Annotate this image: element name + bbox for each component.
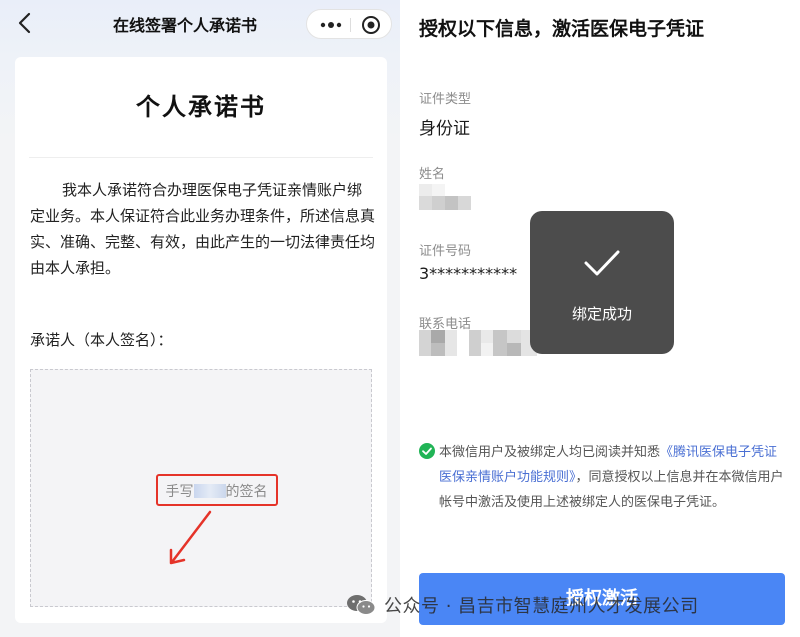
commitment-text: 我本人承诺符合办理医保电子凭证亲情账户绑定业务。本人保证符合此业务办理条件，所述… — [30, 181, 376, 277]
signature-hint-highlight: 手写 的签名 — [156, 474, 278, 506]
id-type-value: 身份证 — [419, 119, 470, 139]
watermark: 公众号 · 昌吉市智慧庭州人才发展公司 — [346, 586, 786, 622]
left-phone-screen: 在线签署个人承诺书 个人承诺书 我本人承诺符合办理医保电子凭证亲情账户绑定业务。… — [0, 0, 400, 637]
authorization-title: 授权以下信息，激活医保电子凭证 — [419, 18, 705, 40]
signature-pad[interactable]: 手写 的签名 — [30, 369, 372, 607]
capsule-divider — [350, 18, 351, 32]
page-title: 在线签署个人承诺书 — [112, 16, 257, 35]
mini-program-topbar: 在线签署个人承诺书 — [0, 0, 400, 46]
signature-hint: 手写 的签名 — [158, 481, 275, 501]
id-type-label: 证件类型 — [419, 92, 472, 107]
watermark-text: 公众号 · 昌吉市智慧庭州人才发展公司 — [384, 596, 699, 617]
checkmark-icon — [584, 250, 620, 276]
commitment-card: 个人承诺书 我本人承诺符合办理医保电子凭证亲情账户绑定业务。本人保证符合此业务办… — [15, 57, 387, 623]
document-title: 个人承诺书 — [136, 93, 266, 121]
agreement-text: 本微信用户及被绑定人均已阅读并知悉《腾讯医保电子凭证医保亲情账户功能规则》，同意… — [439, 440, 787, 515]
id-number-value: 3*********** — [419, 264, 518, 283]
chevron-left-icon[interactable] — [14, 10, 36, 36]
signature-hint-suffix: 的签名 — [225, 484, 268, 500]
more-dots-icon[interactable] — [319, 16, 343, 34]
wechat-icon — [347, 595, 376, 615]
annotation-arrow-icon — [169, 510, 212, 565]
right-phone-screen: 授权以下信息，激活医保电子凭证 证件类型 身份证 姓名 证件号码 3******… — [400, 0, 800, 637]
blurred-name-value — [419, 184, 471, 210]
toast-message: 绑定成功 — [571, 305, 632, 323]
signature-hint-prefix: 手写 — [165, 484, 194, 500]
agreement-prefix: 本微信用户及被绑定人均已阅读并知悉 — [439, 445, 661, 460]
check-circle-icon[interactable] — [419, 443, 435, 459]
blurred-phone-value — [419, 330, 537, 356]
success-toast: 绑定成功 — [530, 211, 674, 354]
blurred-name — [193, 484, 226, 498]
signer-label: 承诺人（本人签名）： — [30, 331, 173, 349]
id-number-label: 证件号码 — [419, 244, 472, 259]
mini-program-close-icon[interactable] — [361, 15, 381, 35]
title-divider — [29, 157, 373, 158]
mini-program-capsule — [306, 9, 392, 39]
name-label: 姓名 — [419, 167, 446, 182]
